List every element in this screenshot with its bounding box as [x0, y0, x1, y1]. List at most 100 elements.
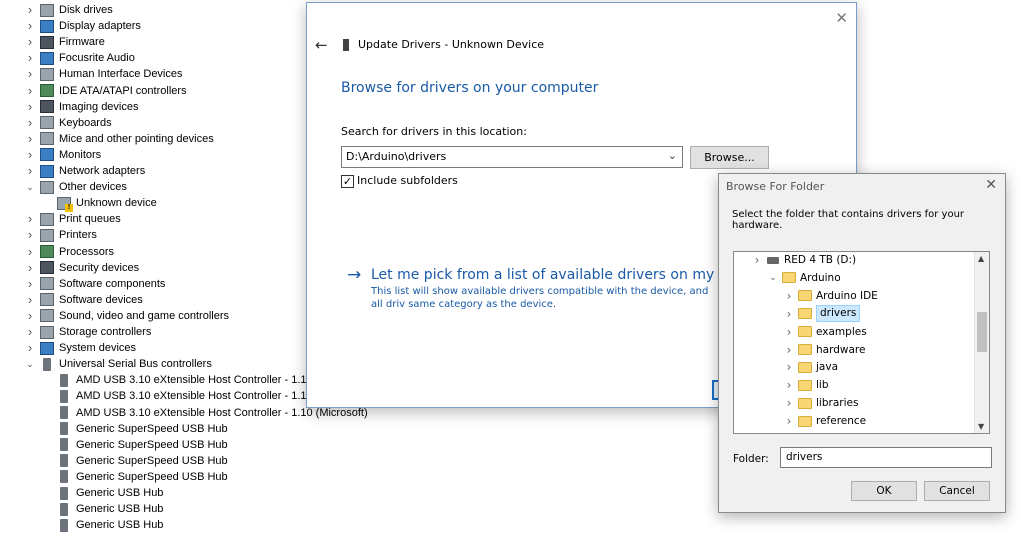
device-tree-item[interactable]: › Print queues — [24, 211, 121, 227]
chevron-right-icon[interactable]: › — [24, 99, 36, 115]
chevron-right-icon[interactable]: › — [24, 2, 36, 18]
chevron-right-icon[interactable]: › — [24, 131, 36, 147]
folder-tree-item[interactable]: › hardware — [782, 341, 866, 359]
chevron-right-icon[interactable]: › — [750, 252, 764, 269]
chevron-right-icon[interactable]: › — [782, 287, 796, 305]
device-tree-item[interactable]: Generic SuperSpeed USB Hub — [41, 437, 228, 453]
device-tree-item[interactable]: Unknown device — [41, 195, 157, 212]
chevron-right-icon[interactable]: › — [24, 244, 36, 260]
device-tree-item[interactable]: › Human Interface Devices — [24, 66, 183, 82]
driver-path-combobox[interactable]: D:\Arduino\drivers ⌄ — [341, 146, 683, 168]
device-tree-item[interactable]: ⌄ Other devices — [24, 179, 127, 195]
folder-tree-item[interactable]: › RED 4 TB (D:) — [750, 252, 857, 269]
chevron-right-icon[interactable]: › — [24, 227, 36, 243]
device-tree-item[interactable]: › Processors — [24, 244, 114, 260]
device-tree-item[interactable]: › System devices — [24, 340, 136, 356]
device-tree-item[interactable]: › Sound, video and game controllers — [24, 308, 229, 324]
chevron-right-icon[interactable]: › — [24, 211, 36, 227]
folder-tree-item[interactable]: › examples — [782, 323, 867, 341]
chevron-right-icon[interactable]: › — [24, 50, 36, 66]
folder-tree-item[interactable]: › lib — [782, 376, 829, 394]
drive-icon — [767, 256, 779, 264]
chevron-right-icon[interactable]: › — [24, 276, 36, 292]
device-tree-item[interactable]: › Security devices — [24, 260, 139, 276]
chevron-right-icon[interactable]: › — [24, 18, 36, 34]
chevron-right-icon[interactable]: › — [782, 341, 796, 359]
chevron-right-icon[interactable]: › — [24, 115, 36, 131]
chevron-right-icon[interactable]: › — [782, 305, 796, 323]
folder-tree-item[interactable]: › Arduino IDE — [782, 287, 878, 305]
folder-tree-item[interactable]: › libraries — [782, 394, 859, 412]
close-icon[interactable]: ✕ — [985, 177, 997, 193]
device-tree-item[interactable]: › Storage controllers — [24, 324, 152, 340]
chevron-right-icon[interactable]: › — [24, 163, 36, 179]
device-tree-item[interactable]: Generic SuperSpeed USB Hub — [41, 469, 228, 485]
scrollbar-thumb[interactable] — [977, 312, 987, 352]
chevron-right-icon[interactable]: › — [24, 324, 36, 340]
device-tree-item[interactable]: › Firmware — [24, 34, 105, 50]
browse-button[interactable]: Browse... — [690, 146, 769, 169]
chevron-right-icon[interactable]: › — [24, 260, 36, 276]
device-tree-item[interactable]: Generic SuperSpeed USB Hub — [41, 421, 228, 437]
folder-tree-item[interactable]: › java — [782, 358, 838, 376]
device-tree-label: Print queues — [59, 213, 121, 226]
arrow-right-icon[interactable]: → — [347, 265, 361, 285]
chevron-down-icon[interactable]: ⌄ — [668, 149, 677, 162]
chevron-right-icon[interactable]: › — [24, 147, 36, 163]
device-tree-item[interactable]: Generic SuperSpeed USB Hub — [41, 453, 228, 469]
folder-tree-item[interactable]: ⌄ Arduino — [766, 269, 841, 287]
device-tree-item[interactable]: › Monitors — [24, 147, 101, 163]
scroll-down-icon[interactable]: ▼ — [978, 422, 984, 431]
device-tree-item[interactable]: › Software devices — [24, 292, 143, 308]
device-tree-item[interactable]: Generic USB Hub — [41, 485, 163, 501]
folder-tree-item[interactable]: › drivers — [782, 305, 861, 323]
folder-input[interactable]: drivers — [780, 447, 992, 468]
back-arrow-icon[interactable]: ← — [315, 36, 328, 54]
device-tree-item[interactable]: › Disk drives — [24, 2, 113, 18]
include-subfolders-checkbox[interactable]: ✓ — [341, 175, 354, 188]
folder-tree[interactable]: › reference › libraries › lib › java › hardware › e… — [733, 251, 990, 434]
device-tree-item[interactable]: Generic USB Hub — [41, 517, 163, 533]
chevron-down-icon[interactable]: ⌄ — [24, 356, 36, 372]
chevron-right-icon[interactable]: › — [24, 292, 36, 308]
chevron-right-icon[interactable]: › — [782, 394, 796, 412]
chevron-down-icon[interactable]: ⌄ — [766, 269, 780, 287]
driver-path-value: D:\Arduino\drivers — [346, 150, 447, 163]
device-tree-item[interactable]: › Software components — [24, 276, 166, 292]
chevron-right-icon[interactable]: › — [782, 412, 796, 430]
usb-icon — [60, 486, 68, 500]
camera-icon — [40, 100, 54, 114]
chevron-right-icon[interactable]: › — [782, 323, 796, 341]
chevron-down-icon[interactable]: ⌄ — [24, 179, 36, 195]
search-location-label: Search for drivers in this location: — [341, 125, 527, 138]
chevron-right-icon[interactable]: › — [24, 34, 36, 50]
device-tree-item[interactable]: › Imaging devices — [24, 99, 139, 115]
device-tree-item[interactable]: › Printers — [24, 227, 97, 243]
audio-device-icon — [40, 51, 54, 65]
chevron-right-icon[interactable]: › — [782, 358, 796, 376]
cancel-button[interactable]: Cancel — [924, 481, 990, 501]
device-tree-item[interactable]: › IDE ATA/ATAPI controllers — [24, 83, 187, 99]
device-tree-item[interactable]: › Keyboards — [24, 115, 112, 131]
chevron-right-icon[interactable]: › — [782, 376, 796, 394]
device-tree-item[interactable]: › Focusrite Audio — [24, 50, 135, 66]
folder-tree-label: Arduino — [800, 271, 841, 284]
chevron-right-icon[interactable]: › — [24, 340, 36, 356]
vertical-scrollbar[interactable]: ▲ ▼ — [974, 252, 989, 433]
ok-button[interactable]: OK — [851, 481, 917, 501]
pick-driver-list-link[interactable]: Let me pick from a list of available dri… — [371, 267, 766, 283]
chevron-right-icon[interactable]: › — [24, 308, 36, 324]
device-tree-item[interactable]: › Network adapters — [24, 163, 145, 179]
usb-icon — [60, 422, 68, 436]
folder-tree-item[interactable]: › reference — [782, 412, 867, 430]
device-tree-item[interactable]: › Mice and other pointing devices — [24, 131, 214, 147]
scroll-up-icon[interactable]: ▲ — [978, 254, 984, 263]
chevron-right-icon[interactable]: › — [24, 83, 36, 99]
device-tree-item[interactable]: › Display adapters — [24, 18, 141, 34]
close-icon[interactable]: ✕ — [835, 9, 848, 27]
device-tree-item[interactable]: ⌄ Universal Serial Bus controllers — [24, 356, 212, 372]
device-tree-item[interactable]: Generic USB Hub — [41, 501, 163, 517]
chevron-right-icon[interactable]: › — [24, 66, 36, 82]
